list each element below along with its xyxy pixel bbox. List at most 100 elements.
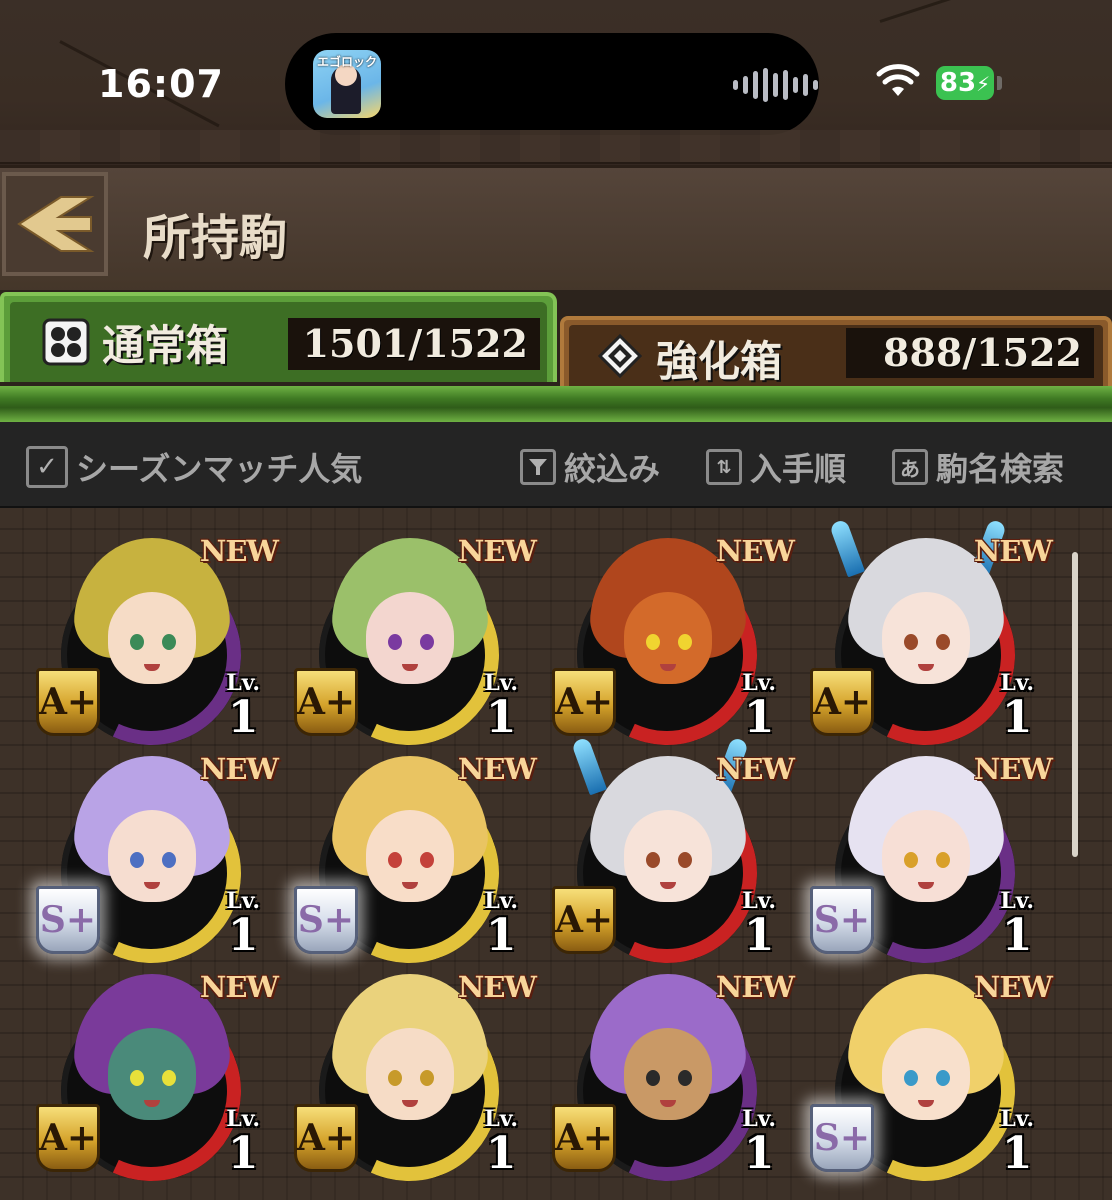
portrait-eye bbox=[420, 634, 434, 650]
wall-crack bbox=[879, 0, 1033, 23]
level-value: 1 bbox=[1001, 1128, 1033, 1179]
page-title: 所持駒 bbox=[143, 210, 288, 266]
piece-card[interactable]: NEW S+ Lv. 1 bbox=[809, 956, 1053, 1200]
piece-card[interactable]: NEW A+ Lv. 1 bbox=[551, 520, 795, 771]
level-label: Lv. bbox=[484, 1106, 518, 1132]
rank-badge: S+ bbox=[810, 1104, 874, 1172]
app-icon: エゴロック bbox=[313, 50, 381, 118]
level-label: Lv. bbox=[484, 670, 518, 696]
portrait-eye bbox=[388, 852, 402, 868]
portrait-eye bbox=[162, 1070, 176, 1086]
piece-card[interactable]: NEW S+ Lv. 1 bbox=[293, 738, 537, 989]
level-label: Lv. bbox=[742, 888, 776, 914]
rank-badge: A+ bbox=[294, 1104, 358, 1172]
tab-enhance-box-label: 強化箱 bbox=[656, 337, 783, 386]
sort-label: 入手順 bbox=[750, 450, 847, 488]
rank-badge: A+ bbox=[552, 1104, 616, 1172]
app-icon-logo: エゴロック bbox=[317, 55, 378, 69]
back-button[interactable] bbox=[2, 172, 108, 276]
piece-card[interactable]: NEW A+ Lv. 1 bbox=[551, 956, 795, 1200]
portrait-eye bbox=[130, 852, 144, 868]
level-label: Lv. bbox=[1000, 1106, 1034, 1132]
portrait-eye bbox=[646, 634, 660, 650]
portrait-eye bbox=[936, 634, 950, 650]
level-indicator: Lv. 1 bbox=[484, 890, 518, 958]
rank-badge: S+ bbox=[810, 886, 874, 954]
new-badge: NEW bbox=[715, 534, 795, 568]
rank-badge: A+ bbox=[294, 668, 358, 736]
wifi-icon bbox=[876, 64, 920, 96]
rank-badge: A+ bbox=[36, 668, 100, 736]
level-indicator: Lv. 1 bbox=[1000, 890, 1034, 958]
sort-arrows-icon: ⇅ bbox=[706, 449, 742, 485]
level-label: Lv. bbox=[226, 1106, 260, 1132]
new-badge: NEW bbox=[199, 534, 279, 568]
portrait-eye bbox=[678, 1070, 692, 1086]
level-indicator: Lv. 1 bbox=[742, 1108, 776, 1176]
piece-card[interactable]: NEW A+ Lv. 1 bbox=[293, 956, 537, 1200]
piece-card[interactable]: NEW S+ Lv. 1 bbox=[809, 738, 1053, 989]
level-label: Lv. bbox=[484, 888, 518, 914]
portrait-eye bbox=[678, 852, 692, 868]
piece-card[interactable]: NEW S+ Lv. 1 bbox=[35, 738, 279, 989]
level-label: Lv. bbox=[226, 670, 260, 696]
piece-card[interactable]: NEW A+ Lv. 1 bbox=[35, 520, 279, 771]
piece-card[interactable]: NEW A+ Lv. 1 bbox=[35, 956, 279, 1200]
portrait-eye bbox=[646, 1070, 660, 1086]
portrait-eye bbox=[678, 634, 692, 650]
portrait-eye bbox=[420, 1070, 434, 1086]
rank-badge: A+ bbox=[36, 1104, 100, 1172]
new-badge: NEW bbox=[973, 752, 1053, 786]
level-value: 1 bbox=[1001, 910, 1033, 961]
piece-card[interactable]: NEW A+ Lv. 1 bbox=[809, 518, 1053, 771]
filter-label: 絞込み bbox=[564, 450, 661, 488]
level-value: 1 bbox=[485, 1128, 517, 1179]
name-search-button[interactable]: あ 駒名検索 bbox=[892, 444, 1064, 490]
piece-card[interactable]: NEW A+ Lv. 1 bbox=[293, 520, 537, 771]
level-indicator: Lv. 1 bbox=[226, 672, 260, 740]
grid-scrollbar[interactable] bbox=[1072, 552, 1078, 857]
new-badge: NEW bbox=[457, 970, 537, 1004]
level-indicator: Lv. 1 bbox=[1000, 1108, 1034, 1176]
enhance-box-icon bbox=[598, 334, 642, 378]
level-value: 1 bbox=[227, 910, 259, 961]
piece-card[interactable]: NEW A+ Lv. 1 bbox=[551, 736, 795, 989]
tab-enhance-box-count: 888/1522 bbox=[846, 328, 1094, 378]
dynamic-island: エゴロック bbox=[285, 33, 819, 135]
level-label: Lv. bbox=[742, 1106, 776, 1132]
rank-badge: A+ bbox=[552, 668, 616, 736]
level-value: 1 bbox=[743, 910, 775, 961]
level-indicator: Lv. 1 bbox=[1000, 672, 1034, 740]
portrait-eye bbox=[936, 1070, 950, 1086]
portrait-eye bbox=[162, 634, 176, 650]
new-badge: NEW bbox=[715, 970, 795, 1004]
level-indicator: Lv. 1 bbox=[742, 672, 776, 740]
battery-nub bbox=[997, 76, 1002, 90]
level-label: Lv. bbox=[226, 888, 260, 914]
level-indicator: Lv. 1 bbox=[742, 890, 776, 958]
tab-enhance-box[interactable]: 強化箱 888/1522 bbox=[560, 316, 1112, 386]
rank-badge: A+ bbox=[810, 668, 874, 736]
filter-button[interactable]: 絞込み bbox=[520, 444, 660, 490]
level-value: 1 bbox=[227, 1128, 259, 1179]
level-indicator: Lv. 1 bbox=[484, 672, 518, 740]
name-search-label: 駒名検索 bbox=[936, 450, 1065, 488]
portrait-eye bbox=[420, 852, 434, 868]
level-value: 1 bbox=[743, 692, 775, 743]
season-match-checkbox[interactable]: ✓ シーズンマッチ人気 bbox=[26, 444, 362, 490]
new-badge: NEW bbox=[457, 752, 537, 786]
portrait-eye bbox=[904, 852, 918, 868]
funnel-icon bbox=[520, 449, 556, 485]
back-arrow-icon bbox=[17, 196, 95, 252]
level-value: 1 bbox=[1001, 692, 1033, 743]
tab-normal-box[interactable]: 通常箱 1501/1522 bbox=[0, 292, 557, 382]
battery-level: 83 bbox=[939, 68, 977, 98]
screen-header: 所持駒 bbox=[0, 165, 1112, 297]
tab-normal-box-label: 通常箱 bbox=[102, 321, 229, 370]
sort-button[interactable]: ⇅ 入手順 bbox=[706, 444, 846, 490]
tab-normal-box-count: 1501/1522 bbox=[288, 318, 540, 370]
portrait-eye bbox=[162, 852, 176, 868]
level-label: Lv. bbox=[1000, 670, 1034, 696]
level-value: 1 bbox=[227, 692, 259, 743]
level-indicator: Lv. 1 bbox=[226, 1108, 260, 1176]
